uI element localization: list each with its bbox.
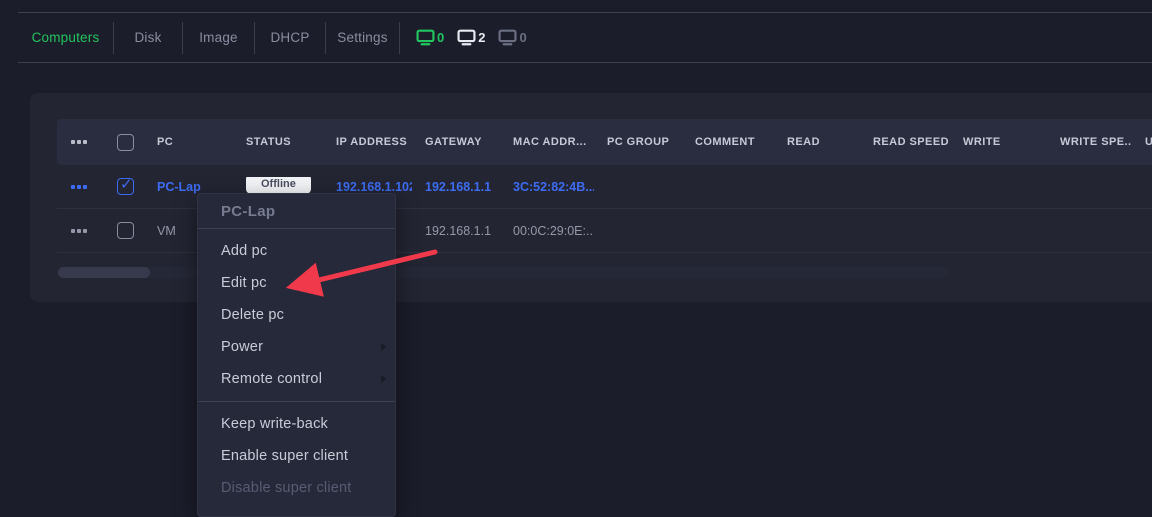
pc-context-menu: PC-Lap Add pc Edit pc Delete pc Power Re… xyxy=(197,193,396,517)
col-gateway[interactable]: GATEWAY xyxy=(412,136,500,148)
nav-bottom-border xyxy=(18,62,1152,63)
menu-item-delete-pc[interactable]: Delete pc xyxy=(198,299,395,331)
horizontal-scrollbar-thumb[interactable] xyxy=(58,267,150,278)
menu-item-remote-control[interactable]: Remote control xyxy=(198,363,395,395)
col-pc-group[interactable]: PC GROUP xyxy=(594,136,682,148)
col-write[interactable]: WRITE xyxy=(950,136,1047,148)
col-comment[interactable]: COMMENT xyxy=(682,136,774,148)
col-upload[interactable]: U... xyxy=(1132,136,1152,148)
col-write-speed[interactable]: WRITE SPE... xyxy=(1047,136,1132,148)
menu-item-enable-super-client[interactable]: Enable super client xyxy=(198,440,395,472)
menu-item-keep-write-back[interactable]: Keep write-back xyxy=(198,408,395,440)
table-header-row: PC STATUS IP ADDRESS GATEWAY MAC ADDR...… xyxy=(57,119,1152,165)
cell-mac: 00:0C:29:0E:... xyxy=(500,224,594,238)
total-counter: 2 xyxy=(457,29,485,46)
online-count: 0 xyxy=(437,30,444,45)
monitor-total-icon xyxy=(457,29,476,46)
cell-pc-name[interactable]: PC-Lap xyxy=(144,180,233,194)
cell-ip: 192.168.1.102 xyxy=(323,180,412,194)
tab-disk[interactable]: Disk xyxy=(114,13,182,62)
horizontal-scrollbar-track[interactable] xyxy=(58,267,948,278)
cell-gateway: 192.168.1.1 xyxy=(412,224,500,238)
online-counter: 0 xyxy=(416,29,444,46)
status-badge: Offline xyxy=(246,177,311,194)
cell-mac: 3C:52:82:4B... xyxy=(500,180,594,194)
submenu-arrow-icon xyxy=(381,343,386,351)
col-read[interactable]: READ xyxy=(774,136,860,148)
total-count: 2 xyxy=(478,30,485,45)
top-navigation: Computers Disk Image DHCP Settings 0 2 xyxy=(18,13,1152,62)
menu-item-edit-pc[interactable]: Edit pc xyxy=(198,267,395,299)
row-checkbox[interactable] xyxy=(117,222,134,239)
menu-item-power[interactable]: Power xyxy=(198,331,395,363)
row-checkbox[interactable] xyxy=(117,178,134,195)
row-actions-icon[interactable] xyxy=(71,185,102,189)
context-menu-title: PC-Lap xyxy=(198,194,395,228)
pc-status-counters: 0 2 0 xyxy=(416,29,527,46)
offline-counter: 0 xyxy=(498,29,526,46)
menu-item-add-pc[interactable]: Add pc xyxy=(198,235,395,267)
offline-count: 0 xyxy=(519,30,526,45)
row-actions-icon[interactable] xyxy=(71,229,102,233)
tab-image[interactable]: Image xyxy=(183,13,254,62)
col-mac-address[interactable]: MAC ADDR... xyxy=(500,136,594,148)
column-options-icon[interactable] xyxy=(71,140,102,144)
col-read-speed[interactable]: READ SPEED xyxy=(860,136,950,148)
nav-divider xyxy=(399,22,400,54)
col-status[interactable]: STATUS xyxy=(233,136,323,148)
col-pc[interactable]: PC xyxy=(144,136,233,148)
tab-computers[interactable]: Computers xyxy=(18,13,113,62)
tab-dhcp[interactable]: DHCP xyxy=(255,13,325,62)
monitor-online-icon xyxy=(416,29,435,46)
tab-settings[interactable]: Settings xyxy=(326,13,399,62)
monitor-offline-icon xyxy=(498,29,517,46)
select-all-checkbox[interactable] xyxy=(117,134,134,151)
col-ip-address[interactable]: IP ADDRESS xyxy=(323,136,412,148)
submenu-arrow-icon xyxy=(381,375,386,383)
cell-gateway: 192.168.1.1 xyxy=(412,180,500,194)
menu-item-disable-super-client: Disable super client xyxy=(198,472,395,504)
